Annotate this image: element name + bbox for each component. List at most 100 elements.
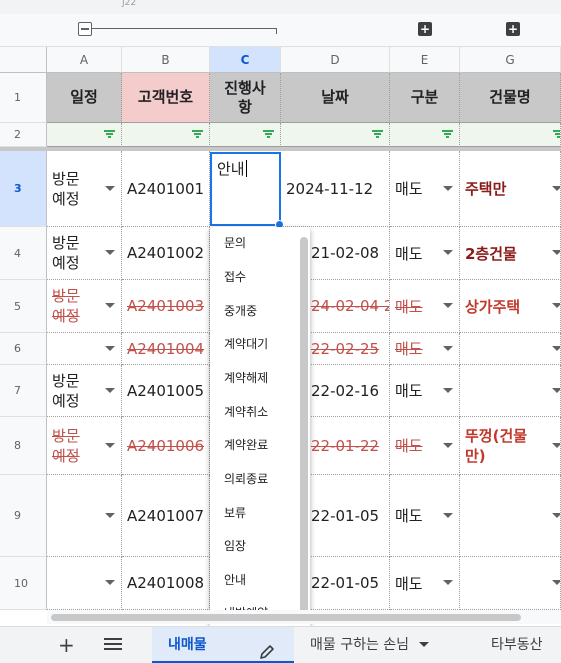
building-cell[interactable] (460, 557, 561, 610)
building-cell[interactable]: 2층건물 (460, 227, 561, 280)
row-header-8[interactable]: 8 (0, 417, 47, 475)
filter-icon[interactable] (104, 130, 115, 139)
schedule-cell[interactable]: 방문예정 (47, 365, 122, 417)
customer-id-cell[interactable]: A2401004 (122, 333, 210, 365)
column-header-g[interactable]: G (460, 47, 561, 73)
row-header-1[interactable]: 1 (0, 73, 47, 123)
dropdown-option[interactable]: 중개중 (224, 302, 257, 319)
dropdown-arrow-icon[interactable] (443, 580, 453, 585)
building-cell[interactable] (460, 475, 561, 557)
customer-id-cell[interactable]: A2401008 (122, 557, 210, 610)
all-sheets-menu-icon[interactable] (104, 638, 122, 650)
dropdown-arrow-icon[interactable] (105, 512, 115, 518)
schedule-cell[interactable] (47, 475, 122, 557)
customer-id-cell[interactable]: A2401007 (122, 475, 210, 557)
column-header-a[interactable]: A (47, 47, 122, 73)
sheet-tab[interactable]: 매물 구하는 손님 (310, 627, 430, 663)
active-cell-editor[interactable]: 안내 (210, 152, 284, 229)
dropdown-option[interactable]: 안내 (224, 571, 246, 588)
schedule-cell[interactable] (47, 333, 122, 365)
row-header-4[interactable]: 4 (0, 227, 47, 280)
filter-icon[interactable] (192, 130, 203, 139)
customer-id-cell[interactable]: A2401003 (122, 280, 210, 333)
building-cell[interactable]: 상가주택 (460, 280, 561, 333)
type-cell[interactable]: 매도 (390, 475, 460, 557)
dropdown-option[interactable]: 계약해제 (224, 369, 268, 386)
dropdown-arrow-icon[interactable] (105, 250, 115, 255)
dropdown-option[interactable]: 보류 (224, 504, 246, 521)
filter-icon[interactable] (372, 130, 383, 139)
customer-id-cell[interactable]: A2401006 (122, 417, 210, 475)
header-cell-type[interactable]: 구분 (390, 73, 460, 123)
expand-group-icon[interactable]: + (418, 22, 432, 36)
header-cell-progress[interactable]: 진행사항 (210, 73, 281, 123)
expand-group-icon[interactable]: + (506, 22, 520, 36)
building-cell[interactable] (460, 365, 561, 417)
type-cell[interactable]: 매도 (390, 557, 460, 610)
type-cell[interactable]: 매도 (390, 280, 460, 333)
customer-id-cell[interactable]: A2401001 (122, 151, 210, 227)
dropdown-arrow-icon[interactable] (105, 303, 115, 308)
select-all-corner[interactable] (0, 47, 47, 73)
dropdown-option[interactable]: 문의 (224, 234, 246, 251)
column-header-d[interactable]: D (281, 47, 390, 73)
dropdown-option[interactable]: 계약완료 (224, 436, 268, 453)
row-header-5[interactable]: 5 (0, 280, 47, 333)
dropdown-option[interactable]: 임장 (224, 537, 246, 554)
dropdown-arrow-icon[interactable] (105, 580, 115, 585)
dropdown-arrow-icon[interactable] (105, 185, 115, 191)
column-header-e[interactable]: E (390, 47, 460, 73)
pencil-icon[interactable] (259, 644, 275, 660)
customer-id-cell[interactable]: A2401002 (122, 227, 210, 280)
dropdown-arrow-icon[interactable] (105, 387, 115, 393)
row-header-2[interactable]: 2 (0, 123, 47, 147)
schedule-cell[interactable]: 방문예정 (47, 151, 122, 227)
horizontal-scrollbar-thumb[interactable] (51, 614, 521, 621)
dropdown-arrow-icon[interactable] (443, 345, 453, 351)
dropdown-option[interactable]: 의뢰종료 (224, 470, 268, 487)
sheet-tab[interactable]: 타부동산 (491, 627, 543, 663)
row-header-3[interactable]: 3 (0, 151, 47, 227)
header-cell-schedule[interactable]: 일정 (47, 73, 122, 123)
customer-id-cell[interactable]: A2401005 (122, 365, 210, 417)
type-cell[interactable]: 매도 (390, 227, 460, 280)
schedule-cell[interactable]: 방문예정 (47, 227, 122, 280)
date-cell[interactable]: 2024-11-12 (281, 151, 390, 227)
type-cell[interactable]: 매도 (390, 333, 460, 365)
collapse-group-icon[interactable] (78, 22, 92, 36)
building-cell[interactable]: 주택만 (460, 151, 561, 227)
dropdown-scrollbar[interactable] (300, 237, 308, 621)
dropdown-arrow-icon[interactable] (443, 185, 453, 191)
row-header-6[interactable]: 6 (0, 333, 47, 365)
tab-menu-arrow-icon[interactable] (419, 642, 430, 647)
dropdown-arrow-icon[interactable] (443, 250, 453, 255)
building-cell[interactable]: 뚜껑(건물만) (460, 417, 561, 475)
type-cell[interactable]: 매도 (390, 151, 460, 227)
header-cell-customer-id[interactable]: 고객번호 (122, 73, 210, 123)
dropdown-arrow-icon[interactable] (105, 345, 115, 351)
dropdown-arrow-icon[interactable] (443, 303, 453, 308)
dropdown-arrow-icon[interactable] (443, 387, 453, 393)
row-header-7[interactable]: 7 (0, 365, 47, 417)
dropdown-arrow-icon[interactable] (105, 442, 115, 448)
dropdown-option[interactable]: 계약대기 (224, 335, 268, 352)
column-header-c[interactable]: C (210, 47, 281, 73)
row-header-9[interactable]: 9 (0, 475, 47, 557)
building-cell[interactable] (460, 333, 561, 365)
dropdown-option[interactable]: 접수 (224, 268, 246, 285)
add-sheet-button[interactable]: + (58, 635, 75, 655)
dropdown-option[interactable]: 계약취소 (224, 403, 268, 420)
row-header-10[interactable]: 10 (0, 557, 47, 610)
dropdown-arrow-icon[interactable] (443, 512, 453, 518)
type-cell[interactable]: 매도 (390, 417, 460, 475)
column-header-b[interactable]: B (122, 47, 210, 73)
filter-icon[interactable] (442, 130, 453, 139)
dropdown-arrow-icon[interactable] (443, 442, 453, 448)
type-cell[interactable]: 매도 (390, 365, 460, 417)
filter-icon[interactable] (263, 130, 274, 139)
header-cell-building[interactable]: 건물명 (460, 73, 561, 123)
schedule-cell[interactable]: 방문예정 (47, 417, 122, 475)
schedule-cell[interactable] (47, 557, 122, 610)
schedule-cell[interactable]: 방문예정 (47, 280, 122, 333)
header-cell-date[interactable]: 날짜 (281, 73, 390, 123)
